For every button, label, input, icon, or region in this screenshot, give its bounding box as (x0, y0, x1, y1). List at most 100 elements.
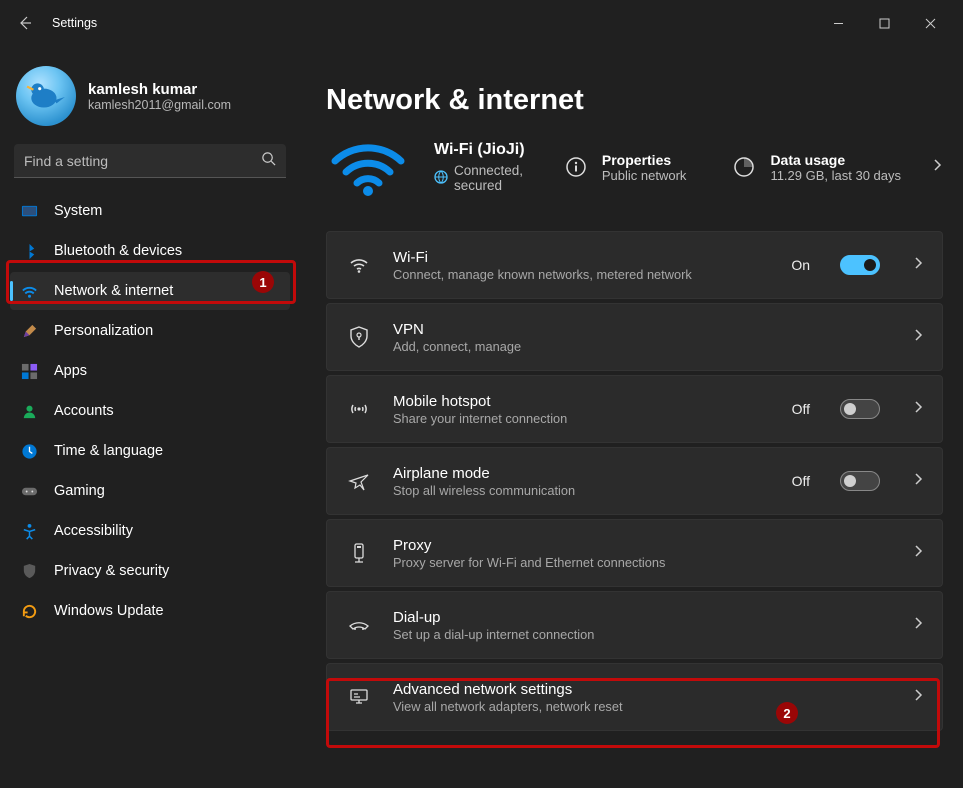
big-wifi-icon (326, 137, 410, 197)
card-sub: Connect, manage known networks, metered … (393, 267, 771, 282)
card-title: Proxy (393, 537, 892, 554)
properties-sub: Public network (602, 168, 687, 183)
card-sub: Stop all wireless communication (393, 483, 772, 498)
wifi-state: On (791, 257, 810, 273)
card-advanced[interactable]: Advanced network settings View all netwo… (326, 663, 943, 731)
chevron-right-icon (912, 616, 924, 634)
chevron-right-icon (912, 688, 924, 706)
sidebar-item-apps[interactable]: Apps (10, 352, 290, 390)
window-buttons (815, 7, 953, 39)
network-status-row: Wi-Fi (JioJi) Connected, secured Propert… (326, 137, 943, 197)
card-sub: Set up a dial-up internet connection (393, 627, 892, 642)
data-usage-tile[interactable]: Data usage 11.29 GB, last 30 days (730, 152, 901, 183)
sidebar-item-label: Privacy & security (54, 563, 169, 579)
card-proxy[interactable]: Proxy Proxy server for Wi-Fi and Etherne… (326, 519, 943, 587)
settings-cards: Wi-Fi Connect, manage known networks, me… (326, 231, 943, 731)
annotation-badge-2: 2 (776, 702, 798, 724)
sidebar-item-personalization[interactable]: Personalization (10, 312, 290, 350)
card-wifi[interactable]: Wi-Fi Connect, manage known networks, me… (326, 231, 943, 299)
card-title: Dial-up (393, 609, 892, 626)
sidebar-item-privacy[interactable]: Privacy & security (10, 552, 290, 590)
sidebar-item-label: Bluetooth & devices (54, 243, 182, 259)
sidebar-item-label: Personalization (54, 323, 153, 339)
privacy-icon (20, 562, 38, 580)
accessibility-icon (20, 522, 38, 540)
chevron-right-icon (912, 400, 924, 418)
update-icon (20, 602, 38, 620)
sidebar-item-accessibility[interactable]: Accessibility (10, 512, 290, 550)
dialup-icon (345, 616, 373, 634)
wifi-substatus: Connected, secured (434, 163, 538, 193)
sidebar-item-update[interactable]: Windows Update (10, 592, 290, 630)
back-button[interactable] (10, 8, 40, 38)
data-usage-icon (730, 153, 758, 181)
sidebar-item-label: Gaming (54, 483, 105, 499)
wifi-icon (345, 254, 373, 276)
airplane-state: Off (792, 473, 810, 489)
data-usage-title: Data usage (770, 152, 901, 168)
airplane-icon (345, 470, 373, 492)
properties-tile[interactable]: Properties Public network (562, 152, 687, 183)
sidebar-item-system[interactable]: System (10, 192, 290, 230)
sidebar-item-label: Windows Update (54, 603, 164, 619)
minimize-button[interactable] (815, 7, 861, 39)
window-title: Settings (52, 16, 97, 30)
hotspot-icon (345, 398, 373, 420)
sidebar-item-accounts[interactable]: Accounts (10, 392, 290, 430)
hotspot-state: Off (792, 401, 810, 417)
profile-block[interactable]: kamlesh kumar kamlesh2011@gmail.com (16, 66, 284, 126)
main-panel: Network & internet Wi-Fi (JioJi) Connect… (300, 46, 963, 788)
card-title: Advanced network settings (393, 681, 892, 698)
network-icon (20, 282, 38, 300)
info-icon (562, 153, 590, 181)
airplane-toggle[interactable] (840, 471, 880, 491)
chevron-right-icon (912, 328, 924, 346)
advanced-icon (345, 687, 373, 707)
card-hotspot[interactable]: Mobile hotspot Share your internet conne… (326, 375, 943, 443)
annotation-badge-1: 1 (252, 271, 274, 293)
proxy-icon (345, 542, 373, 564)
card-airplane[interactable]: Airplane mode Stop all wireless communic… (326, 447, 943, 515)
wifi-toggle[interactable] (840, 255, 880, 275)
system-icon (20, 202, 38, 220)
card-sub: Proxy server for Wi-Fi and Ethernet conn… (393, 555, 892, 570)
card-sub: Share your internet connection (393, 411, 772, 426)
bluetooth-icon (20, 242, 38, 260)
card-vpn[interactable]: VPN Add, connect, manage (326, 303, 943, 371)
hotspot-toggle[interactable] (840, 399, 880, 419)
sidebar-item-label: Network & internet (54, 283, 173, 299)
nav-list: System Bluetooth & devices Network & int… (10, 192, 290, 630)
shield-icon (345, 326, 373, 348)
sidebar-item-gaming[interactable]: Gaming (10, 472, 290, 510)
avatar (16, 66, 76, 126)
profile-name: kamlesh kumar (88, 81, 231, 98)
sidebar-item-label: Accounts (54, 403, 114, 419)
sidebar-item-time[interactable]: Time & language (10, 432, 290, 470)
chevron-right-icon (912, 544, 924, 562)
card-sub: Add, connect, manage (393, 339, 892, 354)
card-title: Wi-Fi (393, 249, 771, 266)
chevron-right-icon (912, 472, 924, 490)
search-input[interactable] (24, 153, 261, 169)
title-bar: Settings (0, 0, 963, 46)
globe-icon (434, 170, 448, 187)
wifi-status[interactable]: Wi-Fi (JioJi) Connected, secured (434, 141, 538, 193)
sidebar-item-network[interactable]: Network & internet (10, 272, 290, 310)
properties-title: Properties (602, 152, 687, 168)
sidebar: kamlesh kumar kamlesh2011@gmail.com Syst… (0, 46, 300, 788)
close-button[interactable] (907, 7, 953, 39)
chevron-right-icon[interactable] (931, 158, 943, 176)
search-box[interactable] (14, 144, 286, 178)
card-sub: View all network adapters, network reset (393, 699, 892, 714)
content-area: kamlesh kumar kamlesh2011@gmail.com Syst… (0, 46, 963, 788)
gaming-icon (20, 482, 38, 500)
sidebar-item-bluetooth[interactable]: Bluetooth & devices (10, 232, 290, 270)
maximize-button[interactable] (861, 7, 907, 39)
search-icon (261, 151, 276, 171)
chevron-right-icon (912, 256, 924, 274)
profile-email: kamlesh2011@gmail.com (88, 98, 231, 112)
time-icon (20, 442, 38, 460)
accounts-icon (20, 402, 38, 420)
card-title: VPN (393, 321, 892, 338)
card-dialup[interactable]: Dial-up Set up a dial-up internet connec… (326, 591, 943, 659)
